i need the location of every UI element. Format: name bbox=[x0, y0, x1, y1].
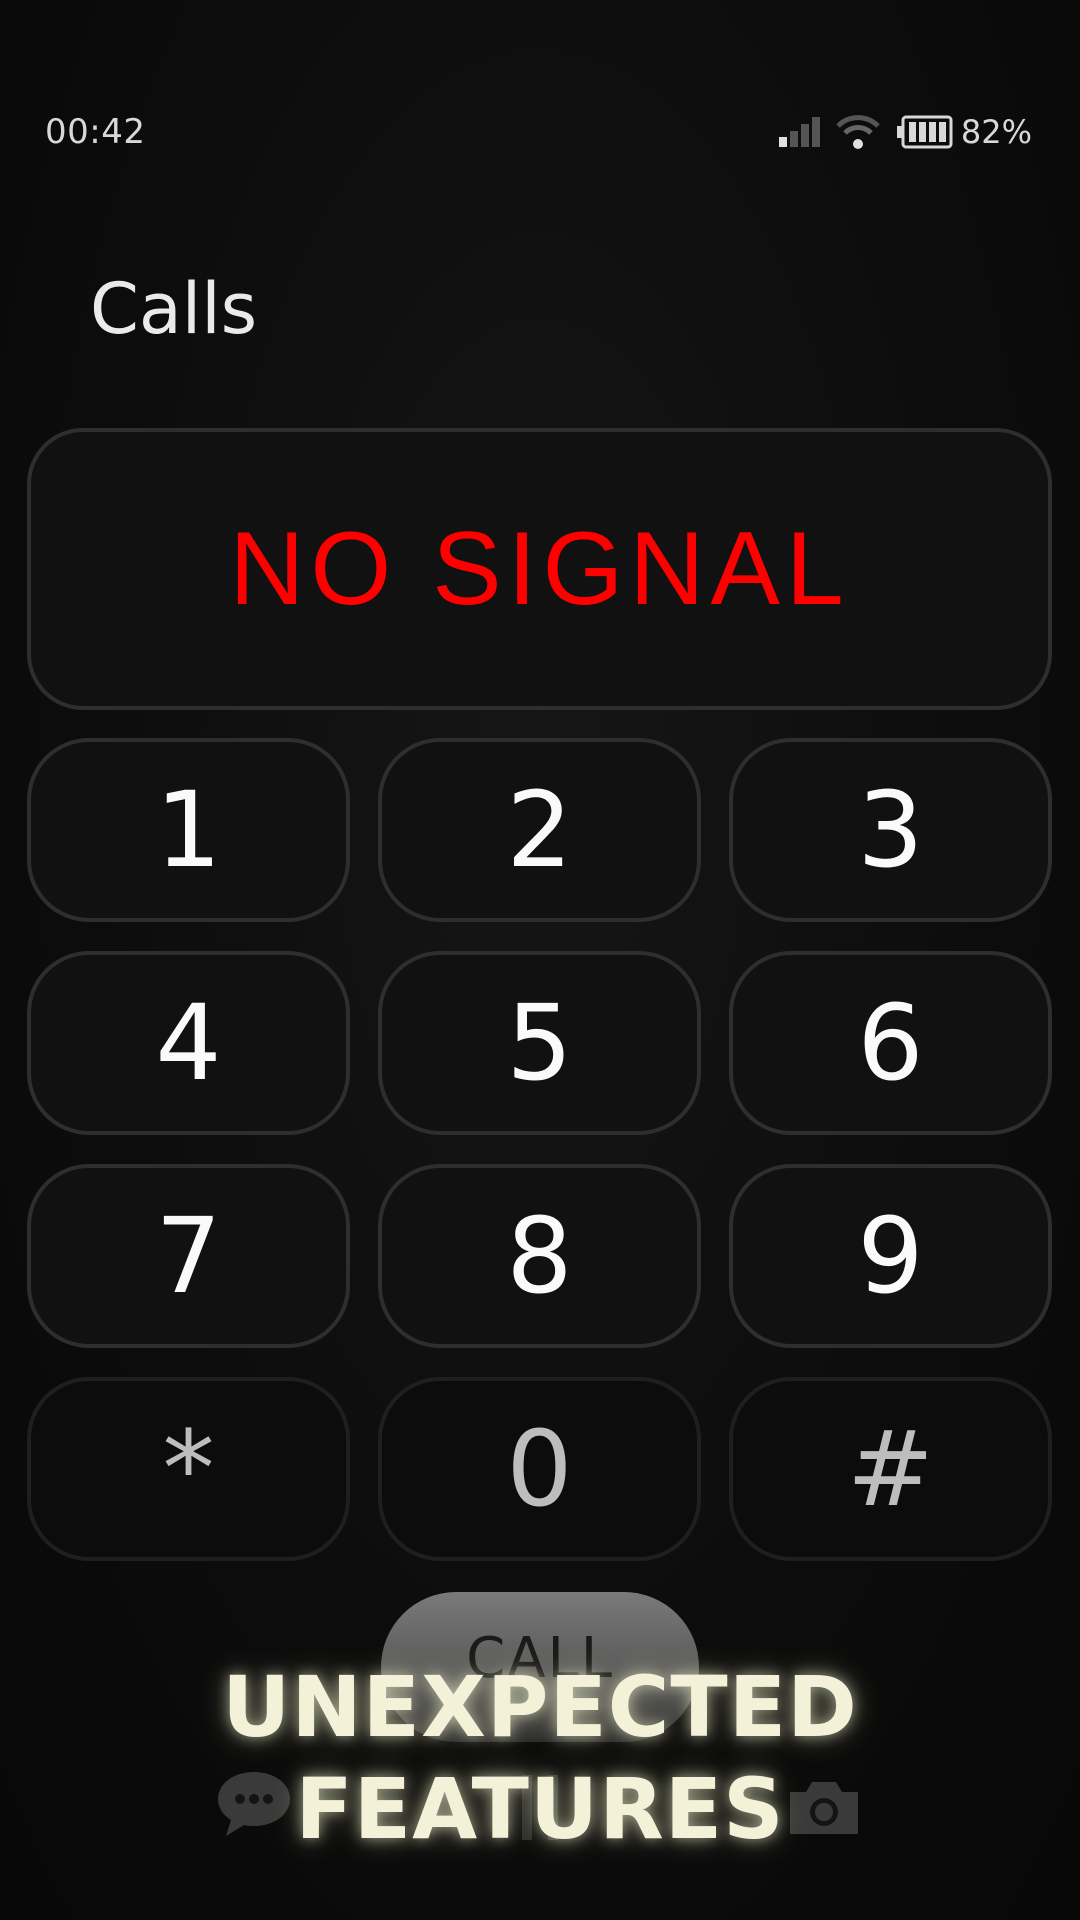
signal-icon bbox=[778, 115, 825, 149]
status-time: 00:42 bbox=[45, 112, 146, 152]
key-5[interactable]: 5 bbox=[378, 951, 701, 1135]
page-title: Calls bbox=[90, 268, 258, 350]
key-hash[interactable]: # bbox=[729, 1377, 1052, 1561]
key-0[interactable]: 0 bbox=[378, 1377, 701, 1561]
battery-percent: 82% bbox=[960, 113, 1032, 151]
key-2[interactable]: 2 bbox=[378, 738, 701, 922]
key-4[interactable]: 4 bbox=[27, 951, 350, 1135]
key-8[interactable]: 8 bbox=[378, 1164, 701, 1348]
overlay-title-line-1: UNEXPECTED bbox=[222, 1658, 858, 1756]
key-1[interactable]: 1 bbox=[27, 738, 350, 922]
display-text: NO SIGNAL bbox=[229, 510, 850, 627]
key-9[interactable]: 9 bbox=[729, 1164, 1052, 1348]
key-7[interactable]: 7 bbox=[27, 1164, 350, 1348]
phone-screen: 00:42 82% Calls NO SIGNAL 1 2 3 4 5 6 7 … bbox=[0, 0, 1080, 1920]
status-icons: 82% bbox=[778, 110, 1032, 154]
key-star[interactable]: * bbox=[27, 1377, 350, 1561]
battery-icon bbox=[896, 115, 953, 149]
overlay-title-line-2: FEATURES bbox=[295, 1760, 785, 1858]
status-bar: 00:42 82% bbox=[0, 100, 1080, 164]
wifi-icon bbox=[835, 114, 881, 150]
key-3[interactable]: 3 bbox=[729, 738, 1052, 922]
key-6[interactable]: 6 bbox=[729, 951, 1052, 1135]
number-display: NO SIGNAL bbox=[27, 428, 1052, 710]
